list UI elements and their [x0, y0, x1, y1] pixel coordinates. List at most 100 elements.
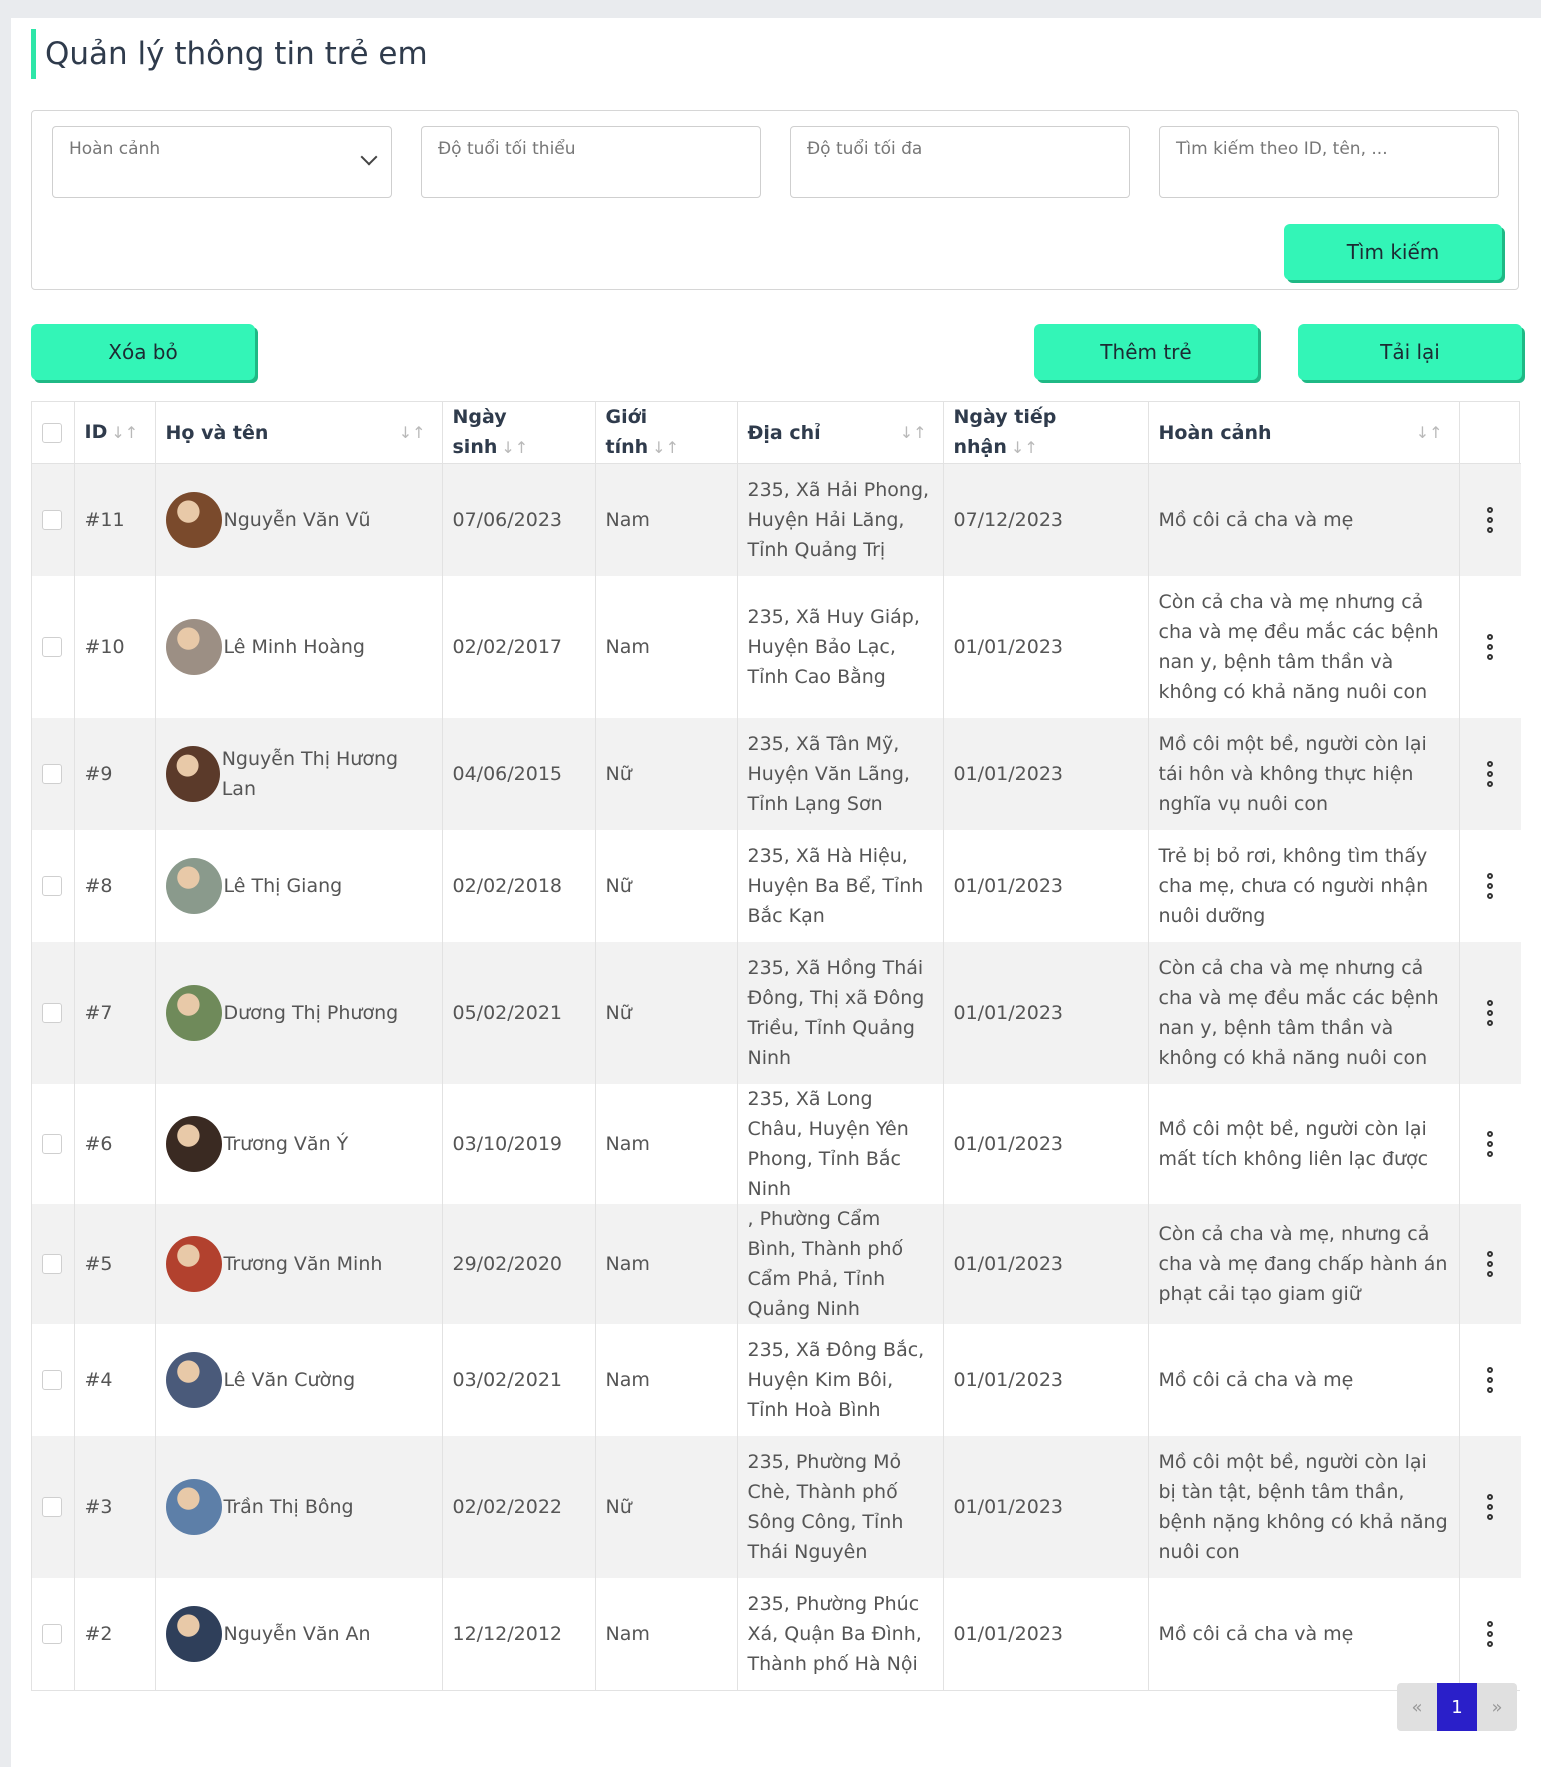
- table-row[interactable]: #6 Trương Văn Ý 03/10/2019 Nam 235, Xã Long …: [32, 1083, 1521, 1204]
- delete-button[interactable]: Xóa bỏ: [31, 324, 255, 380]
- name-cell: Nguyễn Văn Vũ: [155, 463, 443, 576]
- row-select-cell: [32, 463, 75, 576]
- row-checkbox[interactable]: [42, 876, 62, 896]
- column-header-circumstance[interactable]: Hoàn cảnh ↓↑: [1148, 402, 1460, 464]
- sort-icon[interactable]: ↓↑: [652, 438, 679, 457]
- name-cell: Trương Văn Ý: [155, 1083, 443, 1204]
- max-age-input[interactable]: Độ tuổi tối đa: [790, 126, 1130, 198]
- more-vertical-icon[interactable]: [1470, 1366, 1512, 1393]
- received-date-cell: 01/01/2023: [943, 1435, 1149, 1578]
- more-vertical-icon[interactable]: [1470, 506, 1512, 533]
- more-vertical-icon[interactable]: [1470, 1493, 1512, 1520]
- child-name: Lê Thị Giang: [223, 874, 343, 897]
- table-row[interactable]: #4 Lê Văn Cường 03/02/2021 Nam 235, Xã Đông …: [32, 1323, 1521, 1436]
- row-select-cell: [32, 1435, 75, 1578]
- table-row[interactable]: #11 Nguyễn Văn Vũ 07/06/2023 Nam 235, Xã Hải…: [32, 463, 1521, 576]
- column-header-address[interactable]: Địa chỉ ↓↑: [737, 402, 944, 464]
- min-age-input[interactable]: Độ tuổi tối thiểu: [421, 126, 761, 198]
- circumstance-cell: Còn cả cha và mẹ nhưng cả cha và mẹ đều …: [1148, 941, 1460, 1084]
- search-input[interactable]: Tìm kiếm theo ID, tên, ...: [1159, 126, 1499, 198]
- table-row[interactable]: #2 Nguyễn Văn An 12/12/2012 Nam 235, Phường …: [32, 1577, 1521, 1690]
- row-checkbox[interactable]: [42, 1003, 62, 1023]
- circumstance-select-placeholder: Hoàn cảnh: [69, 139, 161, 159]
- row-checkbox[interactable]: [42, 510, 62, 531]
- circumstance-cell: Còn cả cha và mẹ, nhưng cả cha và mẹ đan…: [1148, 1203, 1460, 1324]
- circumstance-select[interactable]: Hoàn cảnh: [52, 126, 392, 198]
- table-row[interactable]: #9 Nguyễn Thị Hương Lan 04/06/2015 Nữ 235, X…: [32, 717, 1521, 830]
- sort-icon[interactable]: ↓↑: [1011, 438, 1038, 457]
- child-name: Dương Thị Phương: [223, 1001, 399, 1024]
- column-header-gender[interactable]: Giới tính ↓↑: [595, 402, 738, 464]
- dob-cell: 12/12/2012: [442, 1577, 596, 1690]
- reload-button[interactable]: Tải lại: [1298, 324, 1522, 380]
- select-all-checkbox[interactable]: [42, 423, 62, 443]
- add-child-button[interactable]: Thêm trẻ: [1034, 324, 1258, 380]
- row-checkbox[interactable]: [42, 1134, 62, 1154]
- row-checkbox[interactable]: [42, 1370, 62, 1390]
- sort-icon[interactable]: ↓↑: [900, 418, 927, 448]
- row-actions-cell: [1459, 1323, 1521, 1436]
- received-date-cell: 01/01/2023: [943, 575, 1149, 718]
- column-header-name[interactable]: Họ và tên ↓↑: [155, 402, 443, 464]
- prev-page-button[interactable]: «: [1397, 1683, 1437, 1731]
- address-cell: , Phường Cẩm Bình, Thành phố Cẩm Phả, Tỉ…: [737, 1203, 944, 1324]
- table-row[interactable]: #3 Trần Thị Bông 02/02/2022 Nữ 235, Phường M…: [32, 1435, 1521, 1578]
- dob-cell: 03/10/2019: [442, 1083, 596, 1204]
- dob-cell: 05/02/2021: [442, 941, 596, 1084]
- sort-icon[interactable]: ↓↑: [501, 438, 528, 457]
- address-cell: 235, Xã Đông Bắc, Huyện Kim Bôi, Tỉnh Ho…: [737, 1323, 944, 1436]
- next-page-button[interactable]: »: [1477, 1683, 1517, 1731]
- id-cell: #8: [74, 829, 156, 942]
- more-vertical-icon[interactable]: [1470, 760, 1512, 787]
- page-title-bar: Quản lý thông tin trẻ em: [31, 29, 428, 79]
- search-placeholder: Tìm kiếm theo ID, tên, ...: [1176, 139, 1388, 159]
- row-checkbox[interactable]: [42, 764, 62, 784]
- gender-cell: Nam: [595, 1577, 738, 1690]
- table-row[interactable]: #5 Trương Văn Minh 29/02/2020 Nam, Phường C…: [32, 1203, 1521, 1324]
- avatar: [165, 491, 222, 548]
- address-cell: 235, Xã Hồng Thái Đông, Thị xã Đông Triề…: [737, 941, 944, 1084]
- more-vertical-icon[interactable]: [1470, 1620, 1512, 1647]
- row-select-cell: [32, 1083, 75, 1204]
- received-date-cell: 01/01/2023: [943, 829, 1149, 942]
- pagination: « 1 »: [1397, 1683, 1517, 1731]
- dob-cell: 07/06/2023: [442, 463, 596, 576]
- more-vertical-icon[interactable]: [1470, 633, 1512, 660]
- sort-icon[interactable]: ↓↑: [111, 423, 138, 442]
- row-checkbox[interactable]: [42, 1497, 62, 1517]
- column-header-received[interactable]: Ngày tiếp nhận ↓↑: [943, 402, 1149, 464]
- dob-cell: 02/02/2018: [442, 829, 596, 942]
- circumstance-cell: Còn cả cha và mẹ nhưng cả cha và mẹ đều …: [1148, 575, 1460, 718]
- row-actions-cell: [1459, 1577, 1521, 1690]
- column-header-dob[interactable]: Ngày sinh ↓↑: [442, 402, 596, 464]
- address-cell: 235, Phường Phúc Xá, Quận Ba Đình, Thành…: [737, 1577, 944, 1690]
- id-cell: #3: [74, 1435, 156, 1578]
- more-vertical-icon[interactable]: [1470, 872, 1512, 899]
- gender-cell: Nữ: [595, 941, 738, 1084]
- search-button[interactable]: Tìm kiếm: [1284, 224, 1502, 280]
- main-panel: Quản lý thông tin trẻ em Hoàn cảnh Độ tu…: [11, 18, 1541, 1767]
- circumstance-cell: Mồ côi một bề, người còn lại bị tàn tật,…: [1148, 1435, 1460, 1578]
- table-row[interactable]: #10 Lê Minh Hoàng 02/02/2017 Nam 235, Xã Huy…: [32, 575, 1521, 718]
- table-row[interactable]: #8 Lê Thị Giang 02/02/2018 Nữ 235, Xã Hà Hiệ…: [32, 829, 1521, 942]
- sort-icon[interactable]: ↓↑: [1416, 418, 1443, 448]
- row-checkbox[interactable]: [42, 1624, 62, 1644]
- received-date-cell: 01/01/2023: [943, 1577, 1149, 1690]
- sort-icon[interactable]: ↓↑: [399, 418, 426, 448]
- table-header-row: ID ↓↑ Họ và tên ↓↑ Ngày sinh ↓↑ Giới tính ↓↑…: [32, 402, 1521, 464]
- row-actions-cell: [1459, 463, 1521, 576]
- table-row[interactable]: #7 Dương Thị Phương 05/02/2021 Nữ 235, Xã Hồ…: [32, 941, 1521, 1084]
- gender-cell: Nam: [595, 1323, 738, 1436]
- row-checkbox[interactable]: [42, 637, 62, 657]
- more-vertical-icon[interactable]: [1470, 999, 1512, 1026]
- page-1-button[interactable]: 1: [1437, 1683, 1477, 1731]
- address-cell: 235, Phường Mỏ Chè, Thành phố Sông Công,…: [737, 1435, 944, 1578]
- max-age-placeholder: Độ tuổi tối đa: [807, 139, 923, 159]
- column-header-id[interactable]: ID ↓↑: [74, 402, 156, 464]
- more-vertical-icon[interactable]: [1470, 1130, 1512, 1157]
- name-cell: Trần Thị Bông: [155, 1435, 443, 1578]
- address-cell: 235, Xã Huy Giáp, Huyện Bảo Lạc, Tỉnh Ca…: [737, 575, 944, 718]
- received-date-cell: 07/12/2023: [943, 463, 1149, 576]
- row-checkbox[interactable]: [42, 1254, 62, 1274]
- more-vertical-icon[interactable]: [1470, 1250, 1512, 1277]
